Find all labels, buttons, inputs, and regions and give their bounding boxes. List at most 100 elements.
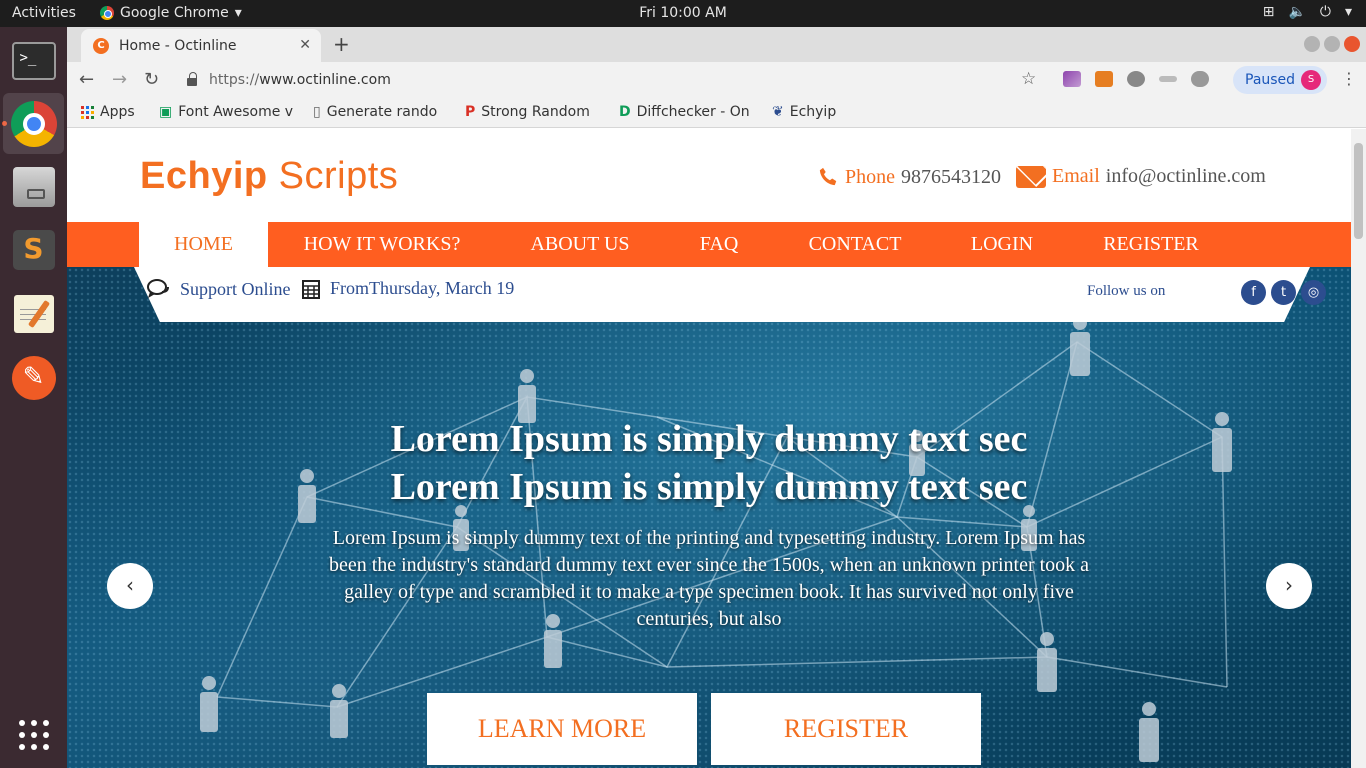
bookmark-label: Strong Random [481, 104, 590, 120]
chrome-icon [10, 100, 57, 147]
hero-description: Lorem Ipsum is simply dummy text of the … [328, 527, 1090, 630]
bookmark-label: Echyip [789, 104, 837, 120]
menu-kebab-icon[interactable]: ⋮ [1341, 69, 1357, 88]
nav-faq[interactable]: FAQ [687, 222, 751, 267]
calendar-icon [302, 279, 320, 299]
slider-prev-button[interactable]: ‹ [107, 563, 153, 609]
bookmark-generate-random[interactable]: ▯ Generate rando [313, 104, 437, 120]
window-close-button[interactable] [1344, 36, 1360, 52]
bookmark-label: Generate rando [326, 104, 438, 120]
bookmark-label: Font Awesome v [178, 104, 294, 120]
show-applications-button[interactable] [3, 704, 64, 765]
incognito-extension-icon[interactable] [1127, 71, 1145, 87]
quill-extension-icon[interactable] [1063, 71, 1081, 87]
chrome-icon [100, 6, 114, 20]
instagram-icon[interactable]: ◎ [1301, 280, 1326, 305]
person-figure [1139, 702, 1159, 762]
power-icon: ⏻ [1319, 4, 1331, 20]
hero-title-line-2: Lorem Ipsum is simply dummy text sec [390, 466, 1028, 508]
tab-title: Home - Octinline [119, 37, 237, 54]
person-figure [1037, 632, 1057, 692]
facebook-icon[interactable]: f [1241, 280, 1266, 305]
terminal-icon: >_ [11, 41, 56, 80]
reload-icon[interactable]: ↻ [144, 69, 159, 90]
bookmark-strong-random[interactable]: P Strong Random [465, 104, 590, 120]
twitter-icon[interactable]: t [1271, 280, 1296, 305]
bookmark-star-icon[interactable]: ☆ [1021, 69, 1036, 89]
learn-more-button[interactable]: LEARN MORE [427, 693, 697, 765]
browser-toolbar: ← → ↻ https:// www.octinline.com ☆ Pause… [67, 62, 1366, 97]
logo-light: Scripts [267, 155, 399, 197]
terminal-launcher[interactable]: >_ [3, 30, 64, 91]
nav-contact[interactable]: CONTACT [797, 222, 913, 267]
bookmark-apps[interactable]: Apps [81, 104, 135, 120]
nav-home[interactable]: HOME [139, 222, 268, 267]
document-icon: ▣ [159, 104, 173, 120]
clock[interactable]: Fri 10:00 AM [639, 5, 727, 21]
hero-register-button[interactable]: REGISTER [711, 693, 981, 765]
app-grid-icon [18, 719, 49, 750]
person-figure [330, 684, 348, 738]
nav-login[interactable]: LOGIN [962, 222, 1042, 267]
volume-icon: 🔈 [1288, 4, 1306, 20]
email-contact[interactable]: Email info@octinline.com [1016, 165, 1266, 188]
password-generator-icon: P [465, 104, 476, 120]
phone-contact[interactable]: Phone 9876543120 [817, 165, 1001, 189]
phone-icon [819, 167, 837, 186]
nav-register[interactable]: REGISTER [1092, 222, 1210, 267]
maximize-button[interactable] [1324, 36, 1340, 52]
support-online[interactable]: Support Online [146, 278, 291, 300]
site-logo[interactable]: Echyip Scripts [140, 155, 398, 198]
database-extension-icon[interactable] [1191, 71, 1209, 87]
person-figure [1070, 316, 1090, 376]
echyip-favicon-icon: ❦ [772, 104, 784, 120]
activities-button[interactable]: Activities [12, 5, 76, 21]
bookmark-diffchecker[interactable]: D Diffchecker - On [619, 104, 750, 120]
diffchecker-icon: D [619, 104, 631, 120]
new-tab-button[interactable]: + [333, 32, 350, 56]
sublime-text-icon: S [12, 229, 55, 270]
chat-bubbles-icon [147, 279, 169, 298]
files-icon [12, 166, 55, 207]
app-menu-label: Google Chrome [120, 5, 229, 21]
postman-launcher[interactable]: ✎ [3, 347, 64, 408]
nav-about-us[interactable]: ABOUT US [517, 222, 643, 267]
scrollbar-thumb[interactable] [1354, 143, 1363, 239]
text-editor-icon [13, 294, 54, 333]
postman-icon: ✎ [11, 355, 56, 400]
profile-paused-button[interactable]: Paused S [1233, 66, 1327, 94]
avatar: S [1301, 70, 1321, 90]
slider-next-button[interactable]: › [1266, 563, 1312, 609]
chevron-down-icon: ▾ [1344, 4, 1352, 20]
network-icon: ⊞ [1262, 4, 1275, 20]
email-address: info@octinline.com [1105, 165, 1266, 187]
web-page: Echyip Scripts Phone 9876543120 Email in… [67, 129, 1351, 768]
tab-home-octinline[interactable]: C Home - Octinline ✕ [81, 29, 321, 62]
minimize-button[interactable] [1304, 36, 1320, 52]
nav-how-it-works[interactable]: HOW IT WORKS? [287, 222, 477, 267]
logo-bold: Echyip [140, 155, 268, 197]
main-navigation: HOME HOW IT WORKS? ABOUT US FAQ CONTACT … [67, 222, 1351, 267]
close-icon[interactable]: ✕ [299, 37, 311, 53]
address-bar[interactable]: https:// www.octinline.com [177, 66, 1117, 93]
bookmarks-bar: Apps ▣ Font Awesome v ▯ Generate rando P… [67, 97, 1366, 128]
octinline-favicon-icon: C [93, 37, 109, 54]
tab-strip: C Home - Octinline ✕ + [67, 27, 1366, 62]
sublime-launcher[interactable]: S [3, 219, 64, 280]
date-display: FromThursday, March 19 [302, 278, 514, 299]
bookmark-font-awesome[interactable]: ▣ Font Awesome v [159, 104, 293, 120]
email-label: Email [1052, 165, 1100, 187]
phone-label: Phone [845, 165, 895, 188]
text-editor-launcher[interactable] [3, 283, 64, 344]
app-menu[interactable]: Google Chrome ▾ [100, 5, 242, 21]
bookmark-echyip[interactable]: ❦ Echyip [772, 104, 836, 120]
back-arrow-icon[interactable]: ← [79, 69, 94, 90]
files-launcher[interactable] [3, 156, 64, 217]
metamask-extension-icon[interactable] [1095, 71, 1113, 87]
page-scrollbar[interactable] [1351, 129, 1366, 768]
extension-bar-icon[interactable] [1159, 76, 1177, 82]
chrome-launcher[interactable] [3, 93, 64, 154]
forward-arrow-icon[interactable]: → [112, 69, 127, 90]
system-tray[interactable]: ⊞ 🔈 ⏻ ▾ [1263, 4, 1352, 20]
phone-number: 9876543120 [901, 165, 1001, 188]
